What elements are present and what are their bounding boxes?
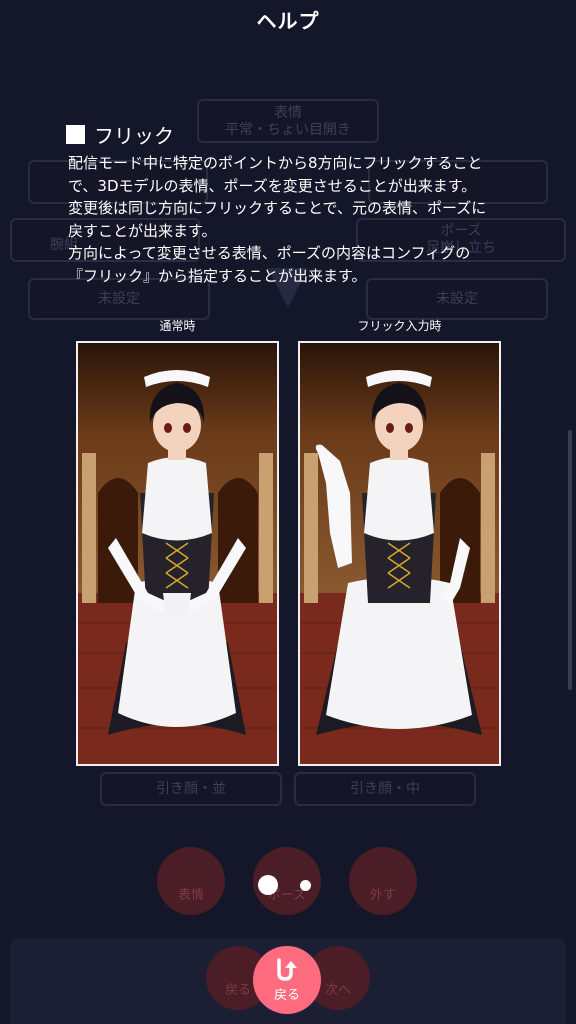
section-heading-text: フリック <box>94 124 174 148</box>
bg-top-expression-label: 表情 <box>274 105 302 121</box>
bg-bottom-left-box: 引き顔・並 <box>100 772 282 806</box>
bg-top-expression-box: 表情 平常・ちょい目開き <box>197 99 379 143</box>
pager-dot-1[interactable] <box>258 875 278 895</box>
bg-unset-left-text: 未設定 <box>98 291 140 307</box>
description-line: で、3Dモデルの表情、ポーズを変更させることが出来ます。 <box>68 176 477 195</box>
bg-expression-circle: 表情 <box>157 847 225 915</box>
bg-remove-circle: 外す <box>349 847 417 915</box>
description-line: 方向によって変更させる表情、ポーズの内容はコンフィグの <box>68 244 471 262</box>
normal-pose-image <box>76 341 279 766</box>
description-line: 戻すことが出来ます。 <box>68 221 217 240</box>
flick-pose-illustration <box>300 343 499 764</box>
normal-image-label: 通常時 <box>159 319 196 333</box>
flick-image-label: フリック入力時 <box>357 319 442 333</box>
bg-unset-right-text: 未設定 <box>436 291 478 307</box>
description-line: 変更後は同じ方向にフリックすることで、元の表情、ポーズに <box>68 199 487 217</box>
page-title: ヘルプ <box>256 9 320 33</box>
normal-pose-illustration <box>78 343 277 764</box>
bg-bottom-left-text: 引き顔・並 <box>156 781 226 797</box>
bg-bottom-right-text: 引き顔・中 <box>350 781 420 797</box>
bg-back-ghost-label: 戻る <box>224 983 251 998</box>
description-text: 配信モード中に特定のポイントから8方向にフリックすること で、3Dモデルの表情、… <box>68 152 518 287</box>
scrollbar[interactable] <box>568 430 572 690</box>
pager-dot-2[interactable] <box>300 880 311 891</box>
back-button-label: 戻る <box>273 987 300 1003</box>
bg-expression-circle-label: 表情 <box>177 888 204 903</box>
flick-pose-image <box>298 341 501 766</box>
square-bullet-icon <box>66 125 85 144</box>
bg-remove-circle-label: 外す <box>369 888 396 903</box>
section-heading: フリック <box>66 120 174 149</box>
bg-next-ghost-label: 次へ <box>324 983 351 998</box>
bg-bottom-right-box: 引き顔・中 <box>294 772 476 806</box>
description-line: 配信モード中に特定のポイントから8方向にフリックすること <box>68 154 483 172</box>
bg-top-expression-value: 平常・ちょい目開き <box>225 122 351 138</box>
back-arrow-icon <box>277 957 297 981</box>
back-button[interactable]: 戻る <box>253 946 321 1014</box>
description-line: 『フリック』から指定することが出来ます。 <box>68 266 367 285</box>
